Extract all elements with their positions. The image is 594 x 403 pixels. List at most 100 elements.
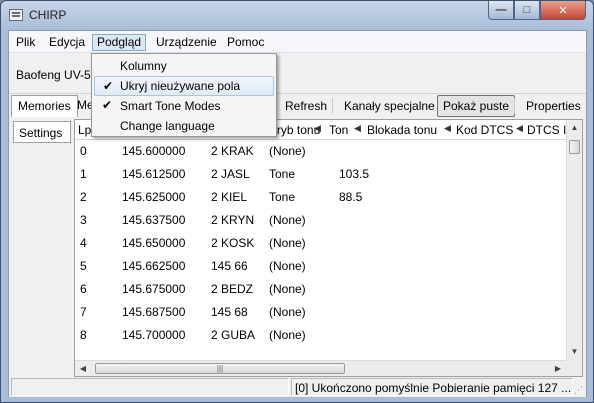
scroll-corner <box>566 360 582 376</box>
header-dtcs-pol[interactable]: DTCS I <box>527 123 566 137</box>
cell-tone-mode: (None) <box>269 259 306 273</box>
special-channels-button[interactable]: Kanały specjalne <box>338 95 441 117</box>
table-row[interactable]: 2 145.625000 2 KIEL Tone 88.5 <box>75 186 566 209</box>
minimize-button[interactable]: — <box>488 1 514 20</box>
cell-frequency: 145.650000 <box>122 236 186 250</box>
menu-edycja[interactable]: Edycja <box>44 34 90 51</box>
app-window: CHIRP — □ ✕ Plik Edycja Podgląd Urządzen… <box>0 0 594 403</box>
menu-item-label: Smart Tone Modes <box>120 99 221 113</box>
maximize-icon: □ <box>523 4 531 16</box>
sort-arrow-icon: ◀ <box>314 123 321 133</box>
cell-loc: 2 <box>80 190 87 204</box>
radio-name-tab[interactable]: Baofeng UV-5R <box>16 68 99 82</box>
sort-arrow-icon: ◀ <box>516 123 523 133</box>
check-icon: ✔ <box>102 98 113 112</box>
cell-name: 2 GUBA <box>211 328 256 342</box>
cell-name: 2 KRAK <box>211 144 254 158</box>
cell-name: 2 BEDZ <box>211 282 254 296</box>
menu-urzadzenie[interactable]: Urządzenie <box>151 34 222 51</box>
tab-settings[interactable]: Settings <box>13 121 71 143</box>
properties-button[interactable]: Properties <box>520 95 587 117</box>
horizontal-scrollbar[interactable]: ◀ ||| ▶ <box>75 360 566 376</box>
header-tone-squelch[interactable]: Blokada tonu <box>367 123 437 137</box>
header-loc[interactable]: Lp <box>78 123 91 137</box>
cell-tone: 88.5 <box>339 190 363 204</box>
cell-loc: 4 <box>80 236 87 250</box>
cell-name: 2 KOSK <box>211 236 255 250</box>
menu-plik[interactable]: Plik <box>11 34 40 51</box>
cell-name: 2 KIEL <box>211 190 248 204</box>
cell-loc: 8 <box>80 328 87 342</box>
cell-tone-mode: (None) <box>269 328 306 342</box>
vertical-scroll-thumb[interactable] <box>569 140 580 154</box>
cell-tone-mode: Tone <box>269 167 296 181</box>
scroll-up-icon[interactable]: ▲ <box>567 120 582 136</box>
maximize-button[interactable]: □ <box>514 1 540 20</box>
cell-tone-mode: Tone <box>269 190 296 204</box>
cell-name: 145 66 <box>211 259 248 273</box>
status-message: [0] Ukończono pomyślnie Pobieranie pamię… <box>291 378 573 396</box>
app-icon <box>9 9 23 21</box>
cell-frequency: 145.675000 <box>122 282 186 296</box>
menu-item-kolumny[interactable]: Kolumny <box>94 56 274 76</box>
table-row[interactable]: 0 145.600000 2 KRAK (None) <box>75 140 566 163</box>
cell-frequency: 145.700000 <box>122 328 186 342</box>
show-empty-toggle[interactable]: Pokaż puste <box>437 95 516 117</box>
sub-tabs: Settings <box>11 119 75 377</box>
table-row[interactable]: 7 145.687500 145 68 (None) <box>75 301 566 324</box>
resize-grip-icon[interactable]: ⋰ <box>574 385 584 395</box>
cell-frequency: 145.637500 <box>122 213 186 227</box>
cell-name: 145 68 <box>211 305 248 319</box>
title-bar[interactable]: CHIRP — □ ✕ <box>1 1 593 29</box>
cell-loc: 7 <box>80 305 87 319</box>
header-tone[interactable]: Ton <box>329 123 348 137</box>
header-tone-mode[interactable]: Tryb tonu <box>270 123 320 137</box>
menu-item-smart-tone[interactable]: ✔ Smart Tone Modes <box>94 96 274 116</box>
table-row[interactable]: 4 145.650000 2 KOSK (None) <box>75 232 566 255</box>
window-title: CHIRP <box>29 8 67 22</box>
scroll-down-icon[interactable]: ▼ <box>567 344 582 360</box>
cell-name: 2 KRYN <box>211 213 255 227</box>
scroll-left-icon[interactable]: ◀ <box>75 361 91 376</box>
cell-frequency: 145.687500 <box>122 305 186 319</box>
menu-item-label: Kolumny <box>120 59 167 73</box>
menu-item-hide-unused[interactable]: ✔ Ukryj nieużywane pola <box>94 76 274 96</box>
separator <box>514 98 515 114</box>
cell-name: 2 JASL <box>211 167 250 181</box>
menubar: Plik Edycja Podgląd Urządzenie Pomoc <box>9 31 586 53</box>
sort-arrow-icon: ◀ <box>354 123 361 133</box>
menu-pomoc[interactable]: Pomoc <box>222 34 269 51</box>
table-row[interactable]: 8 145.700000 2 GUBA (None) <box>75 324 566 347</box>
cell-tone-mode: (None) <box>269 213 306 227</box>
tab-memories[interactable]: Memories <box>11 95 78 117</box>
cell-tone-mode: (None) <box>269 282 306 296</box>
sort-arrow-icon: ◀ <box>444 123 451 133</box>
cell-loc: 6 <box>80 282 87 296</box>
memory-grid[interactable]: Lp Tryb tonu ◀ Ton ◀ Blokada tonu ◀ Kod … <box>74 119 583 377</box>
table-row[interactable]: 3 145.637500 2 KRYN (None) <box>75 209 566 232</box>
cell-frequency: 145.612500 <box>122 167 186 181</box>
table-row[interactable]: 5 145.662500 145 66 (None) <box>75 255 566 278</box>
table-row[interactable]: 1 145.612500 2 JASL Tone 103.5 <box>75 163 566 186</box>
close-button[interactable]: ✕ <box>540 1 586 20</box>
status-bar: [0] Ukończono pomyślnie Pobieranie pamię… <box>9 377 586 397</box>
cell-tone-mode: (None) <box>269 236 306 250</box>
cell-tone-mode: (None) <box>269 305 306 319</box>
vertical-scrollbar[interactable]: ▲ ▼ <box>566 120 582 360</box>
separator <box>332 98 333 114</box>
scroll-right-icon[interactable]: ▶ <box>550 361 566 376</box>
menu-item-label: Change language <box>120 119 215 133</box>
menu-item-change-language[interactable]: Change language <box>94 116 274 136</box>
refresh-button[interactable]: Refresh <box>279 95 333 117</box>
close-icon: ✕ <box>558 4 568 17</box>
cell-tone: 103.5 <box>339 167 370 181</box>
cell-frequency: 145.662500 <box>122 259 186 273</box>
horizontal-scroll-thumb[interactable]: ||| <box>95 363 345 374</box>
view-menu-dropdown: Kolumny ✔ Ukryj nieużywane pola ✔ Smart … <box>91 53 277 137</box>
status-panel-empty <box>11 378 289 396</box>
check-icon: ✔ <box>103 79 114 93</box>
cell-frequency: 145.600000 <box>122 144 186 158</box>
menu-podglad[interactable]: Podgląd <box>92 34 147 51</box>
table-row[interactable]: 6 145.675000 2 BEDZ (None) <box>75 278 566 301</box>
header-dtcs-code[interactable]: Kod DTCS <box>456 123 513 137</box>
